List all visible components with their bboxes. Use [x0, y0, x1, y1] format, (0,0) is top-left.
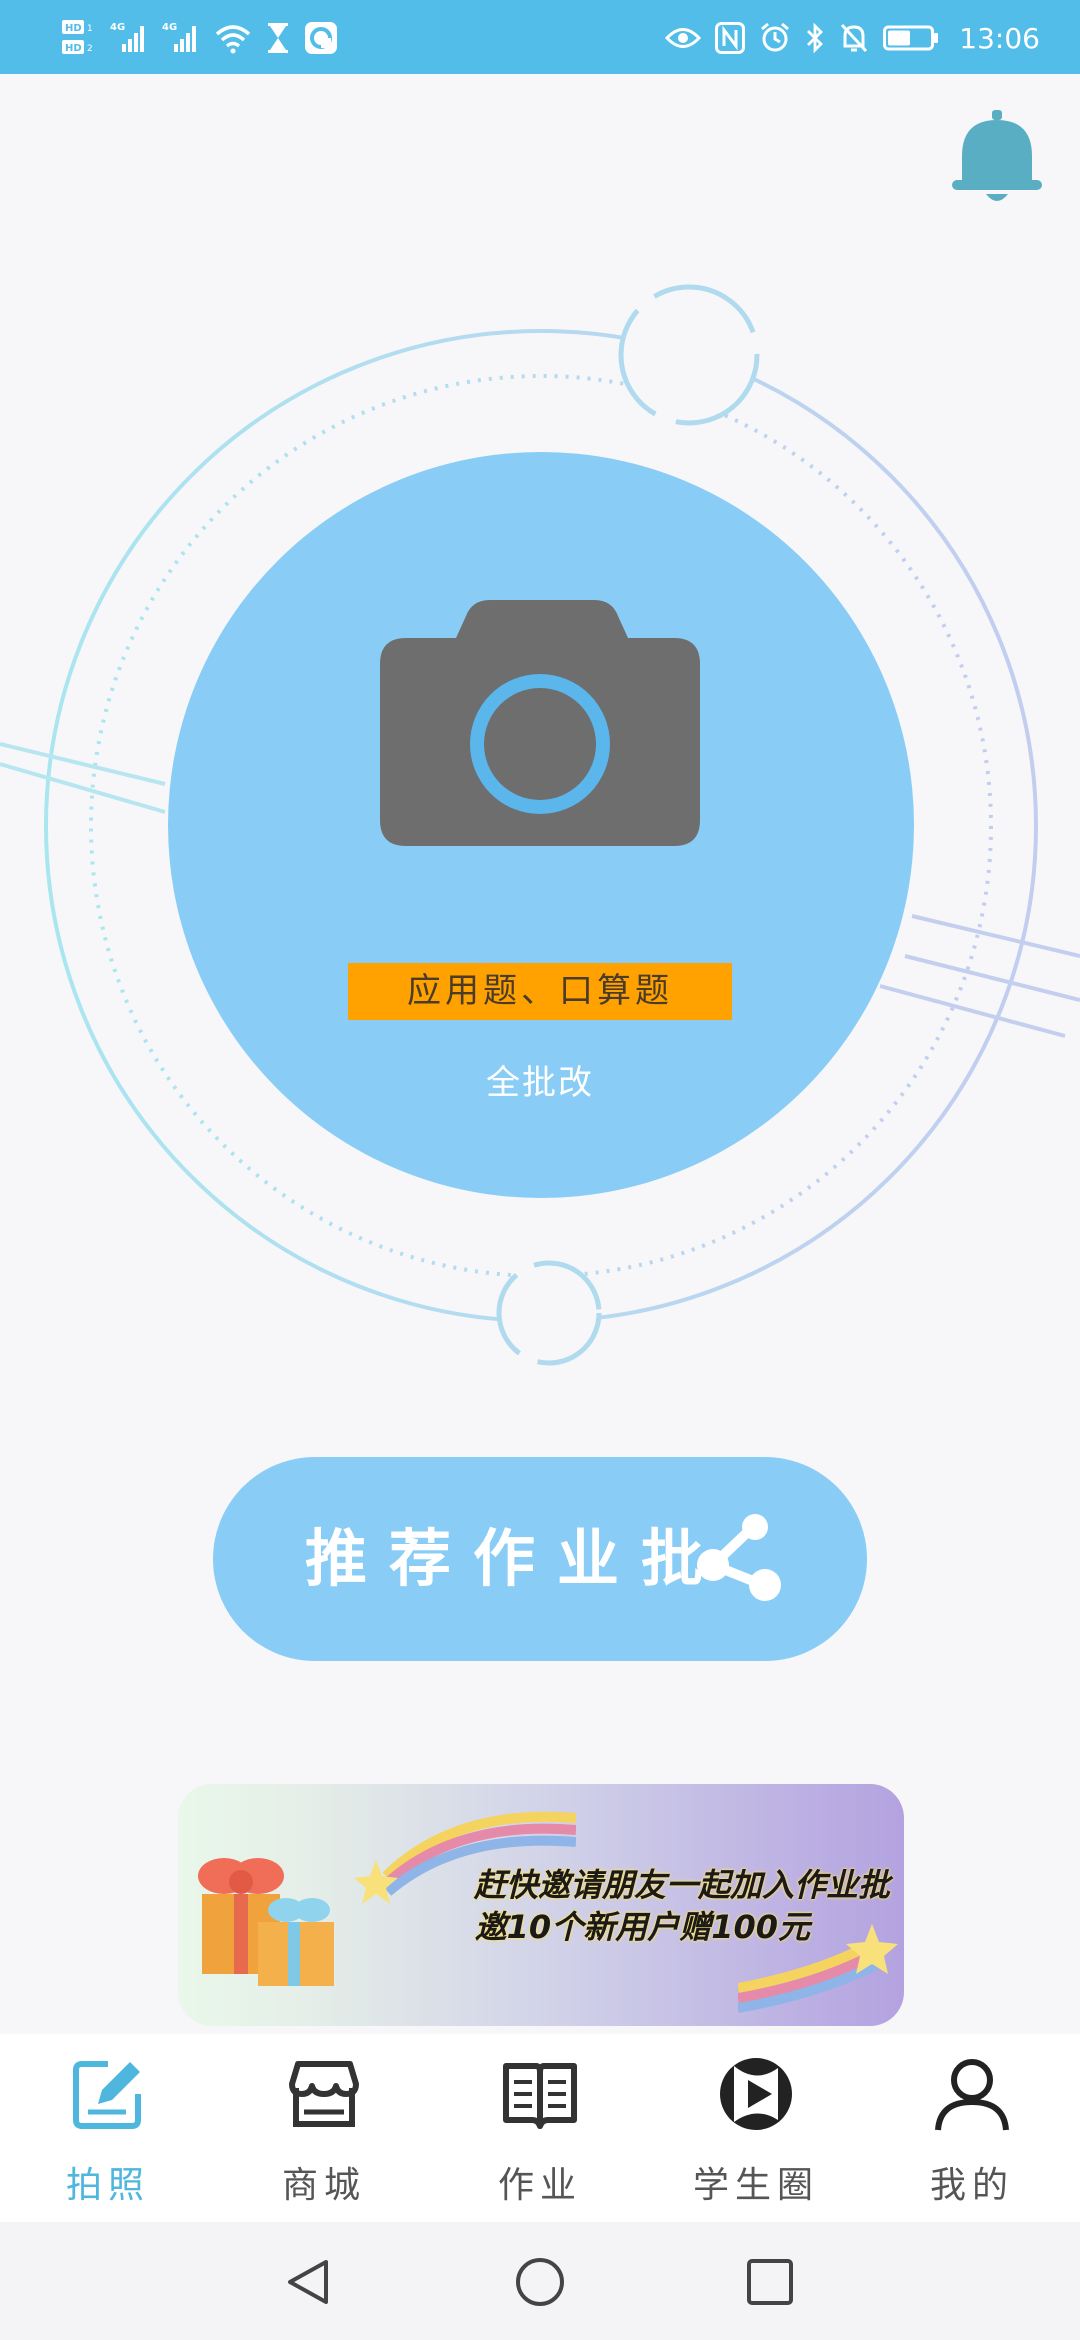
gift-icon — [198, 1858, 334, 1986]
status-right: 13:06 — [665, 10, 1040, 66]
status-left: HD HD 1 2 4G 4G — [62, 10, 338, 66]
back-icon[interactable] — [282, 2256, 334, 2308]
tab-store-label: 商城 — [281, 2165, 366, 2206]
book-icon — [503, 2063, 577, 2129]
bottom-tab-bar: 拍照 商城 作业 学生圈 我的 — [0, 2034, 1080, 2222]
signal-icon: 4G — [110, 22, 144, 52]
banner-headline: 赶快邀请朋友一起加入作业批 — [473, 1866, 890, 1904]
svg-text:HD: HD — [65, 23, 82, 34]
tab-mine[interactable]: 我的 — [864, 2034, 1080, 2222]
user-icon — [935, 2059, 1009, 2131]
banner-subline: 邀10个新用户赠100元 — [474, 1908, 810, 1946]
camera-icon[interactable] — [380, 600, 700, 846]
mute-icon — [841, 23, 868, 53]
svg-text:4G: 4G — [162, 22, 177, 33]
question-type-tag: 应用题、口算题 — [348, 963, 732, 1020]
wifi-icon — [215, 25, 251, 54]
camera-subtitle: 全批改 — [486, 1063, 594, 1103]
tab-homework[interactable]: 作业 — [432, 2034, 648, 2222]
tab-student-circle[interactable]: 学生圈 — [648, 2034, 864, 2222]
signal-icon-2: 4G — [162, 22, 196, 52]
store-icon — [289, 2061, 359, 2127]
system-nav-bar — [0, 2222, 1080, 2340]
bluetooth-icon — [807, 22, 824, 54]
status-time: 13:06 — [959, 21, 1040, 55]
nfc-icon — [715, 22, 746, 54]
app-icon — [305, 22, 337, 54]
tab-homework-label: 作业 — [497, 2165, 582, 2206]
svg-text:HD: HD — [65, 43, 82, 54]
tab-photo-label: 拍照 — [65, 2165, 150, 2206]
home-icon[interactable] — [514, 2256, 566, 2308]
tab-student-circle-label: 学生圈 — [692, 2165, 819, 2206]
hd-signal-icon: HD HD 1 2 — [62, 20, 93, 54]
invite-banner[interactable]: 赶快邀请朋友一起加入作业批 邀10个新用户赠100元 — [178, 1784, 904, 2026]
bell-icon[interactable] — [952, 108, 1042, 208]
tab-photo[interactable]: 拍照 — [0, 2034, 216, 2222]
share-icon — [697, 1514, 781, 1601]
svg-text:4G: 4G — [110, 22, 125, 33]
battery-icon — [883, 25, 939, 51]
play-circle-icon — [720, 2058, 792, 2130]
svg-text:2: 2 — [87, 44, 93, 54]
tab-store[interactable]: 商城 — [216, 2034, 432, 2222]
recents-icon[interactable] — [744, 2256, 796, 2308]
edit-icon — [73, 2061, 141, 2129]
hourglass-icon — [268, 23, 288, 53]
recommend-share-button[interactable]: 推荐作业批 — [213, 1457, 867, 1661]
svg-text:1: 1 — [87, 24, 93, 34]
status-bar: HD HD 1 2 4G 4G 13:06 — [0, 0, 1080, 74]
recommend-label: 推荐作业批 — [305, 1522, 726, 1595]
tab-mine-label: 我的 — [929, 2165, 1014, 2206]
alarm-icon — [761, 22, 790, 52]
eye-icon — [665, 28, 702, 48]
